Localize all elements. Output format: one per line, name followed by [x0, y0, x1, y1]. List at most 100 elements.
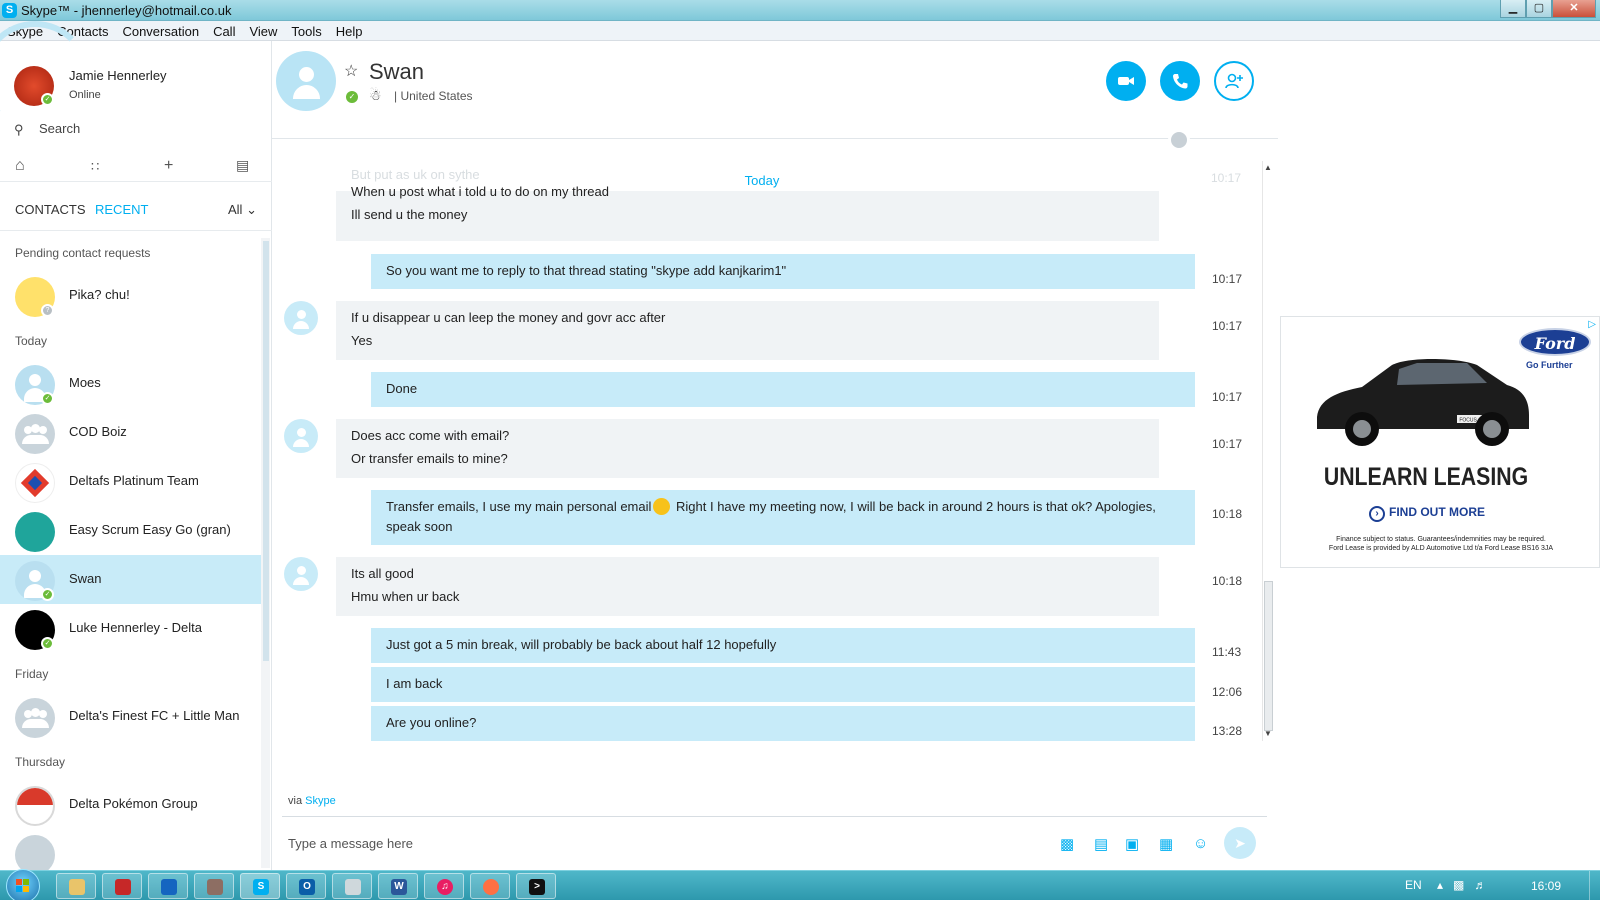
incoming-message[interactable]: If u disappear u can leep the money and …	[336, 301, 1159, 360]
taskbar-network[interactable]	[148, 873, 188, 899]
add-people-button[interactable]	[1214, 61, 1254, 101]
scroll-thumb[interactable]	[1264, 581, 1273, 731]
filter-dropdown[interactable]: All ⌄	[228, 202, 257, 218]
taskbar-skype[interactable]: S	[240, 873, 280, 899]
menu-call[interactable]: Call	[206, 21, 242, 40]
favorite-star-icon[interactable]: ☆	[344, 61, 358, 81]
start-button[interactable]	[6, 869, 40, 900]
contact-luke[interactable]: ✓ Luke Hennerley - Delta	[0, 604, 261, 654]
contact-deltafs[interactable]: Deltafs Platinum Team	[0, 457, 261, 507]
contact-swan[interactable]: ✓ Swan	[0, 555, 261, 604]
contact-moes[interactable]: ✓ Moes	[0, 359, 261, 409]
my-name[interactable]: Jamie Hennerley	[69, 68, 167, 83]
ad-choices-icon[interactable]: ▷	[1588, 319, 1596, 330]
volume-icon[interactable]: ♬	[1474, 878, 1486, 892]
conversation-avatar[interactable]	[276, 51, 336, 111]
message-text: Transfer emails, I use my main personal …	[386, 497, 1180, 537]
section-friday: Friday	[15, 667, 49, 681]
windows-logo-icon	[16, 879, 29, 892]
advertisement[interactable]: ▷ Ford Go Further FOCUS ST UNLEARN LEASI…	[1280, 316, 1600, 568]
contact-pokemon-group[interactable]: Delta Pokémon Group	[0, 780, 261, 830]
taskbar-firefox[interactable]	[470, 873, 510, 899]
taskbar-pdf-reader[interactable]	[102, 873, 142, 899]
contact-pika[interactable]: ? Pika? chu!	[0, 271, 261, 321]
contact-deltas-finest[interactable]: Delta's Finest FC + Little Man	[0, 692, 261, 742]
message-line: So you want me to reply to that thread s…	[386, 263, 787, 278]
my-avatar[interactable]: ✓	[14, 66, 54, 106]
contact-name: Luke Hennerley - Delta	[69, 620, 202, 635]
my-status[interactable]: Online	[69, 89, 101, 101]
send-image-icon[interactable]: ▩	[1060, 835, 1074, 853]
scroll-up-icon[interactable]: ▲	[1264, 163, 1272, 172]
conversation-title[interactable]: Swan	[369, 59, 424, 85]
outgoing-message[interactable]: Transfer emails, I use my main personal …	[371, 490, 1195, 545]
contact-easy-scrum[interactable]: Easy Scrum Easy Go (gran)	[0, 506, 261, 556]
maximize-button[interactable]: ▢	[1526, 0, 1552, 18]
taskbar-cmd[interactable]: >	[516, 873, 556, 899]
message-line: I am back	[386, 676, 443, 691]
minimize-button[interactable]: ▁	[1500, 0, 1526, 18]
incoming-message[interactable]: Does acc come with email? Or transfer em…	[336, 419, 1159, 478]
composer-divider	[282, 816, 1267, 817]
send-contact-icon[interactable]: ▦	[1159, 835, 1173, 853]
contact-card-icon[interactable]: ▤	[236, 157, 249, 174]
via-skype-link[interactable]: Skype	[305, 795, 336, 807]
outgoing-message[interactable]: I am back	[371, 667, 1195, 702]
globe-icon[interactable]	[1168, 129, 1190, 151]
message-line: Done	[386, 381, 418, 396]
taskbar-word[interactable]: W	[378, 873, 418, 899]
show-hidden-icons-icon[interactable]: ▴	[1437, 878, 1443, 892]
video-call-button[interactable]	[1106, 61, 1146, 101]
message-line: Ill send u the money	[351, 207, 468, 222]
incoming-message[interactable]: Its all good Hmu when ur back	[336, 557, 1159, 616]
send-button[interactable]: ➤	[1224, 827, 1256, 859]
mood-icon: ☃	[369, 87, 382, 103]
language-indicator[interactable]: EN	[1405, 878, 1422, 892]
message-list-scrollbar[interactable]: ▲ ▼	[1262, 161, 1273, 741]
ad-cta-link[interactable]: › FIND OUT MORE	[1369, 505, 1485, 522]
taskbar-itunes[interactable]: ♫	[424, 873, 464, 899]
close-button[interactable]: ✕	[1552, 0, 1596, 18]
menu-conversation[interactable]: Conversation	[115, 21, 206, 40]
tab-contacts[interactable]: CONTACTS	[15, 202, 86, 217]
tab-recent[interactable]: RECENT	[95, 202, 148, 217]
send-file-icon[interactable]: ▤	[1094, 835, 1108, 853]
contact-name: Pika? chu!	[69, 287, 130, 302]
menu-tools[interactable]: Tools	[284, 21, 328, 40]
outgoing-message[interactable]: Are you online?	[371, 706, 1195, 741]
emoticon-icon[interactable]: ☺	[1193, 835, 1208, 852]
taskbar-notepad[interactable]	[332, 873, 372, 899]
message-time: 11:43	[1212, 645, 1242, 659]
home-icon[interactable]: ⌂	[15, 157, 25, 175]
search-box[interactable]: ⚲ Search	[14, 120, 259, 140]
contact-name: Moes	[69, 375, 101, 390]
outgoing-message[interactable]: So you want me to reply to that thread s…	[371, 254, 1195, 289]
incoming-message[interactable]: When u post what i told u to do on my th…	[336, 184, 1159, 241]
network-tray-icon[interactable]: ▩	[1453, 878, 1464, 892]
taskbar-file-explorer[interactable]	[56, 873, 96, 899]
outgoing-message[interactable]: Just got a 5 min break, will probably be…	[371, 628, 1195, 663]
add-icon[interactable]: +	[164, 157, 173, 175]
scroll-down-icon[interactable]: ▼	[1264, 729, 1272, 738]
show-desktop-button[interactable]	[1589, 871, 1600, 900]
contact-list-scroll-thumb[interactable]	[263, 241, 269, 661]
window-controls: ▁ ▢ ✕	[1500, 0, 1596, 18]
message-input[interactable]	[288, 831, 1048, 855]
dialpad-icon[interactable]: ∷	[91, 159, 99, 175]
menu-help[interactable]: Help	[329, 21, 370, 40]
online-status-icon: ✓	[41, 588, 54, 601]
video-message-icon[interactable]: ▣	[1125, 835, 1139, 853]
outgoing-message[interactable]: Done	[371, 372, 1195, 407]
menu-view[interactable]: View	[242, 21, 284, 40]
contact-cod-boiz[interactable]: COD Boiz	[0, 408, 261, 458]
contact-partial[interactable]	[0, 829, 261, 870]
system-tray: ▴ ▩ ♬	[1437, 878, 1486, 892]
conversation-pane: ☆ Swan ✓ ☃ | United States But put as uk…	[272, 41, 1280, 870]
contact-avatar	[15, 512, 55, 552]
taskbar-clock[interactable]: 16:09	[1531, 879, 1561, 893]
taskbar-paint[interactable]	[194, 873, 234, 899]
taskbar-outlook[interactable]: O	[286, 873, 326, 899]
smiley-icon	[653, 498, 671, 515]
message-line: Does acc come with email?	[351, 428, 510, 443]
voice-call-button[interactable]	[1160, 61, 1200, 101]
